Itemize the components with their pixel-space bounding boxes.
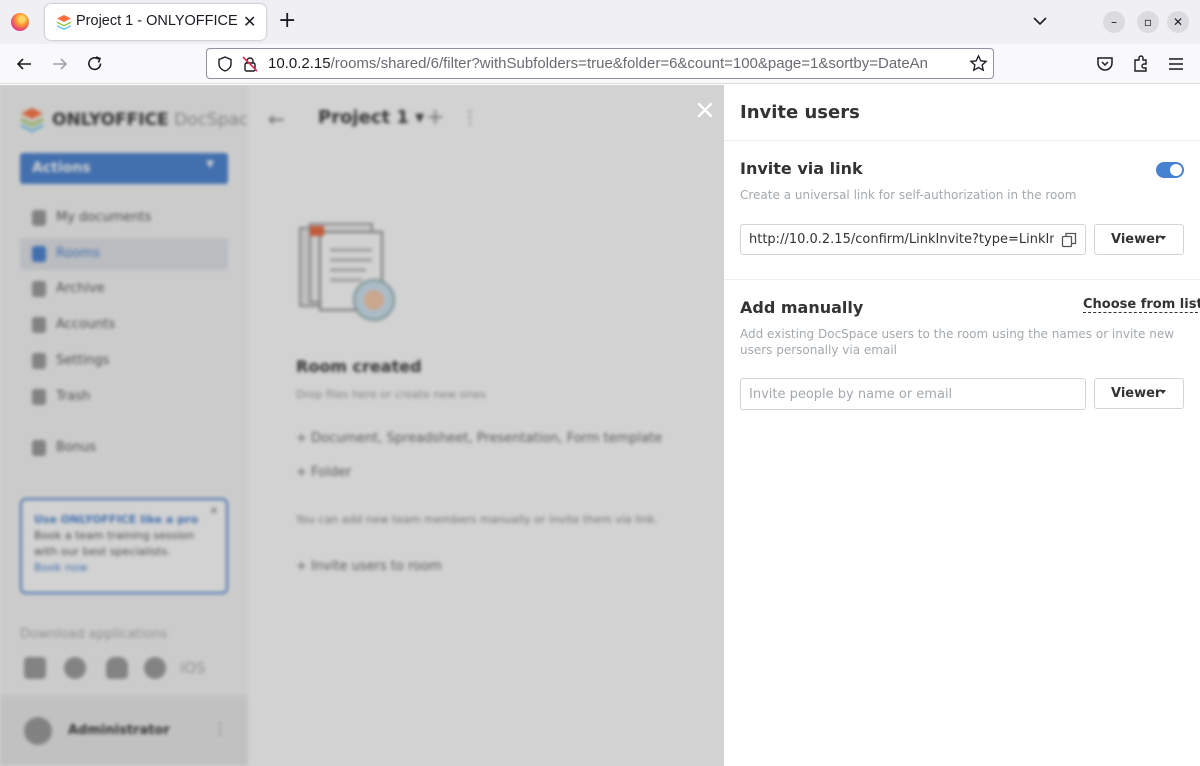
shield-icon[interactable] <box>216 55 234 73</box>
onlyoffice-favicon-icon <box>57 15 71 30</box>
hamburger-menu-icon[interactable] <box>1166 54 1186 74</box>
invite-link-text[interactable]: http://10.0.2.15/confirm/LinkInvite?type… <box>749 232 1054 247</box>
forward-arrow-icon[interactable] <box>50 54 70 74</box>
pocket-icon[interactable] <box>1095 54 1115 74</box>
invite-users-panel: Invite users Invite via link Create a un… <box>724 85 1200 766</box>
link-access-label: Viewer <box>1111 232 1162 247</box>
link-access-select[interactable]: Viewer <box>1094 224 1184 255</box>
reload-icon[interactable] <box>85 54 105 74</box>
section-divider <box>724 279 1200 280</box>
panel-title: Invite users <box>740 102 860 123</box>
tab-close-icon[interactable]: ✕ <box>243 12 256 31</box>
window-close-button[interactable]: ✕ <box>1167 11 1189 33</box>
extensions-icon[interactable] <box>1131 54 1151 74</box>
choose-from-list-link[interactable]: Choose from list <box>1083 297 1200 313</box>
window-restore-button[interactable]: ▫ <box>1137 11 1159 33</box>
browser-tab[interactable]: Project 1 - ONLYOFFICE ✕ <box>45 4 266 40</box>
firefox-icon[interactable] <box>11 13 29 31</box>
bookmark-star-icon[interactable] <box>969 54 988 73</box>
chevron-down-icon <box>1160 236 1166 240</box>
panel-header: Invite users <box>724 85 1200 141</box>
new-tab-button[interactable]: + <box>278 10 296 32</box>
url-bar[interactable]: 10.0.2.15/rooms/shared/6/filter?withSubf… <box>206 48 994 79</box>
copy-icon[interactable] <box>1061 232 1077 248</box>
invite-link-field[interactable]: http://10.0.2.15/confirm/LinkInvite?type… <box>740 224 1086 255</box>
insecure-lock-icon[interactable] <box>241 55 259 73</box>
window-minimize-button[interactable]: – <box>1103 11 1125 33</box>
invite-people-input[interactable] <box>740 378 1086 410</box>
chevron-down-icon <box>1160 390 1166 394</box>
add-manually-description: Add existing DocSpace users to the room … <box>740 327 1175 357</box>
add-manually-title: Add manually <box>740 298 864 317</box>
back-arrow-icon[interactable] <box>14 54 34 74</box>
tab-list-chevron-icon[interactable] <box>1031 12 1049 30</box>
invite-link-toggle[interactable] <box>1156 162 1184 178</box>
url-host: 10.0.2.15 <box>268 55 331 72</box>
url-text[interactable]: 10.0.2.15/rooms/shared/6/filter?withSubf… <box>268 55 962 72</box>
url-path: /rooms/shared/6/filter?withSubfolders=tr… <box>330 55 929 72</box>
modal-backdrop[interactable] <box>0 85 724 766</box>
browser-tab-bar: Project 1 - ONLYOFFICE ✕ + – ▫ ✕ <box>0 0 1200 44</box>
people-access-select[interactable]: Viewer <box>1094 378 1184 409</box>
invite-via-link-title: Invite via link <box>740 159 863 178</box>
toggle-knob <box>1170 164 1182 176</box>
tab-title: Project 1 - ONLYOFFICE <box>76 13 238 29</box>
people-access-label: Viewer <box>1111 386 1162 401</box>
invite-via-link-description: Create a universal link for self-authori… <box>740 188 1077 202</box>
docspace-app-background: ONLYOFFICE DocSpace Actions ▼ My documen… <box>0 85 724 766</box>
close-panel-icon[interactable] <box>696 101 714 119</box>
browser-nav-bar: 10.0.2.15/rooms/shared/6/filter?withSubf… <box>0 44 1200 84</box>
